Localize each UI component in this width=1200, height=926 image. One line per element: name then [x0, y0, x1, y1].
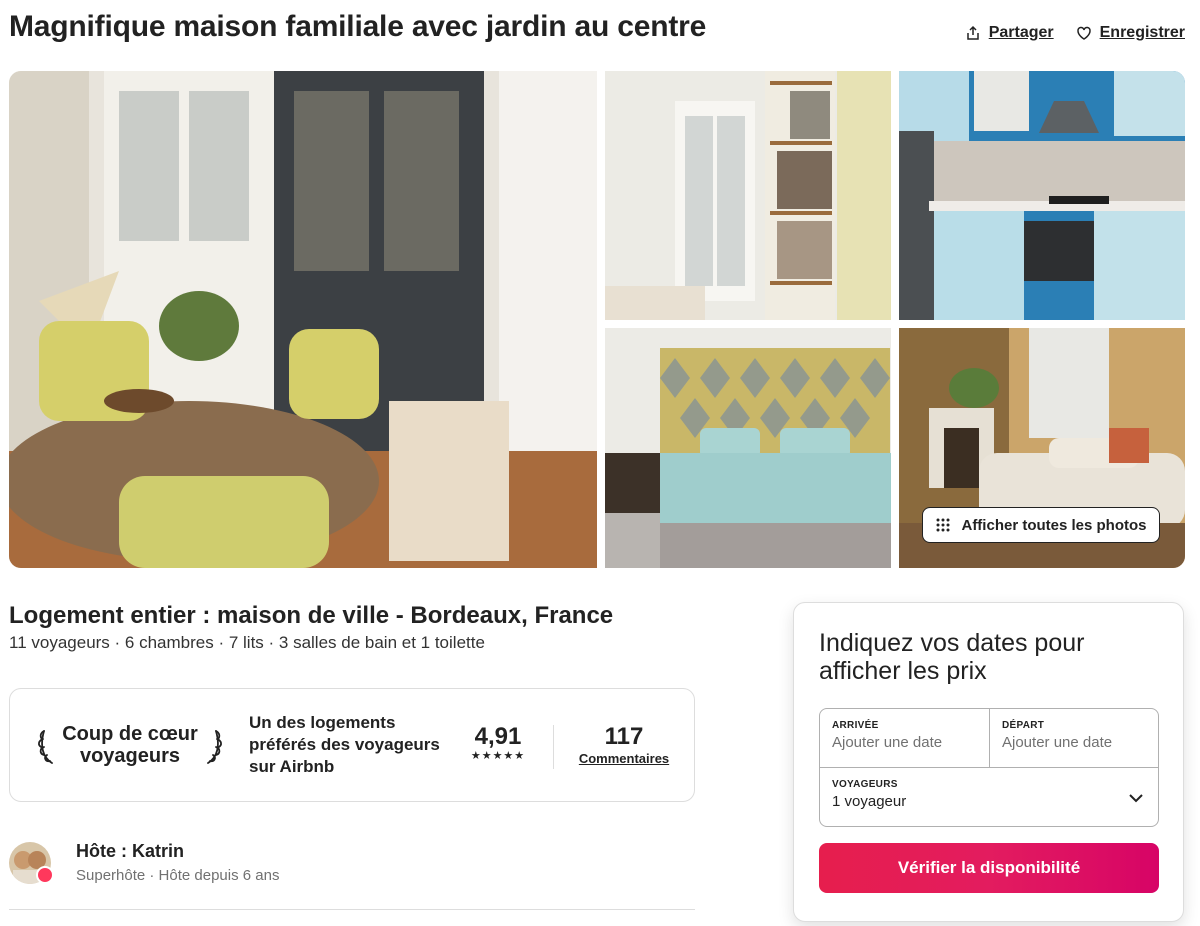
superhost-badge-icon: [36, 866, 54, 884]
booking-fields: ARRIVÉE Ajouter une date DÉPART Ajouter …: [819, 708, 1159, 827]
guest-favorite-card: Coup de cœur voyageurs Un des logements …: [9, 688, 695, 802]
reviews-link[interactable]: Commentaires: [576, 751, 672, 766]
reviews-block[interactable]: 117 Commentaires: [576, 723, 672, 766]
photo-dining-room[interactable]: [9, 71, 597, 568]
laurel-right-icon: [207, 730, 222, 764]
check-availability-button[interactable]: Vérifier la disponibilité: [819, 843, 1159, 893]
vertical-divider: [553, 725, 554, 769]
guest-favorite-badge: Coup de cœur voyageurs: [62, 723, 198, 767]
checkout-field[interactable]: DÉPART Ajouter une date: [990, 709, 1158, 768]
guests-select[interactable]: VOYAGEURS 1 voyageur: [820, 768, 1158, 826]
show-all-photos-button[interactable]: Afficher toutes les photos: [922, 507, 1160, 543]
checkout-placeholder: Ajouter une date: [1002, 734, 1113, 751]
share-label: Partager: [988, 24, 1054, 41]
share-icon: [966, 25, 979, 40]
rating-block: 4,91 ★★★★★: [466, 723, 530, 762]
header-actions: Partager Enregistrer: [965, 24, 1185, 42]
rating-value: 4,91: [474, 723, 522, 750]
reviews-count: 117: [604, 723, 644, 750]
heart-icon: [1076, 26, 1091, 40]
section-divider: [9, 909, 695, 910]
photo-bookshelf[interactable]: [605, 71, 891, 320]
listing-details: 11 voyageurs · 6 chambres · 7 lits · 3 s…: [9, 633, 485, 652]
guests-value: 1 voyageur: [832, 793, 907, 810]
checkin-label: ARRIVÉE: [832, 720, 879, 731]
checkin-field[interactable]: ARRIVÉE Ajouter une date: [820, 709, 990, 768]
checkin-placeholder: Ajouter une date: [832, 734, 943, 751]
rating-stars: ★★★★★: [470, 750, 526, 762]
listing-subtitle: Logement entier : maison de ville - Bord…: [9, 602, 614, 629]
listing-title: Magnifique maison familiale avec jardin …: [9, 10, 707, 43]
listing-page: Magnifique maison familiale avec jardin …: [0, 0, 1200, 926]
badge-line-2: voyageurs: [79, 745, 181, 767]
checkout-label: DÉPART: [1002, 720, 1045, 731]
laurel-left-icon: [38, 730, 53, 764]
guest-favorite-description: Un des logements préférés des voyageurs …: [249, 713, 440, 776]
photo-bedroom[interactable]: [605, 328, 891, 568]
grid-icon: [936, 518, 950, 532]
chevron-down-icon: [1129, 794, 1143, 803]
save-label: Enregistrer: [1099, 24, 1185, 41]
booking-card: Indiquez vos dates pour afficher les pri…: [793, 602, 1184, 922]
badge-line-1: Coup de cœur: [62, 723, 198, 745]
photo-kitchen[interactable]: [899, 71, 1185, 320]
photo-gallery: Afficher toutes les photos: [9, 71, 1185, 568]
booking-title: Indiquez vos dates pour afficher les pri…: [819, 629, 1085, 685]
guests-label: VOYAGEURS: [832, 779, 898, 790]
share-button[interactable]: Partager: [965, 24, 1054, 42]
host-subtitle: Superhôte · Hôte depuis 6 ans: [76, 867, 280, 884]
save-button[interactable]: Enregistrer: [1076, 24, 1185, 42]
host-name: Hôte : Katrin: [76, 841, 184, 861]
show-all-photos-label: Afficher toutes les photos: [961, 516, 1147, 534]
